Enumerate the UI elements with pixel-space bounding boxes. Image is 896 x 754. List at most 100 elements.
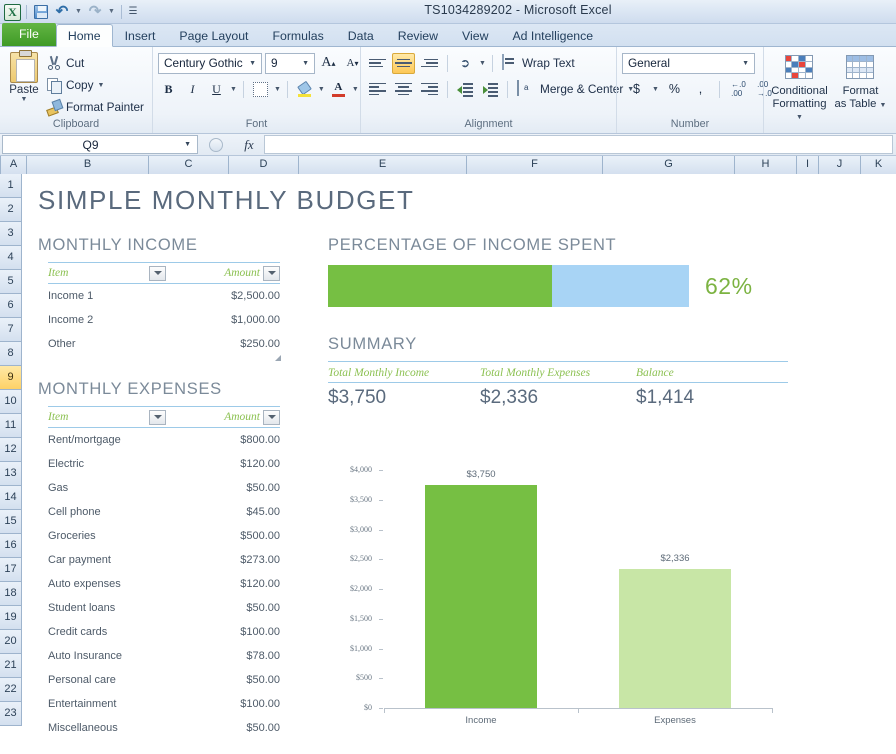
row-header-18[interactable]: 18 [0, 582, 22, 606]
row-header-12[interactable]: 12 [0, 438, 22, 462]
increase-indent-button[interactable] [479, 79, 501, 100]
copy-button[interactable]: Copy ▼ [43, 75, 147, 95]
font-size-combo[interactable]: 9 ▼ [265, 53, 315, 74]
table-row[interactable]: Entertainment$100.00 [48, 692, 280, 716]
column-header-C[interactable]: C [149, 156, 229, 174]
row-header-13[interactable]: 13 [0, 462, 22, 486]
formula-input[interactable] [264, 135, 893, 154]
column-header-K[interactable]: K [861, 156, 896, 174]
row-header-10[interactable]: 10 [0, 390, 22, 414]
insert-function-button[interactable]: fx [234, 137, 264, 153]
align-middle-button[interactable] [392, 53, 415, 74]
align-left-button[interactable] [366, 79, 389, 100]
align-top-button[interactable] [366, 53, 389, 74]
bold-button[interactable]: B [158, 79, 179, 100]
row-header-3[interactable]: 3 [0, 222, 22, 246]
decrease-indent-button[interactable] [454, 79, 476, 100]
tab-ad-intelligence[interactable]: Ad Intelligence [500, 24, 605, 46]
grow-font-button[interactable]: A▴ [318, 53, 339, 74]
tab-formulas[interactable]: Formulas [260, 24, 335, 46]
table-row[interactable]: Cell phone$45.00 [48, 500, 280, 524]
income-amount-filter-button[interactable] [263, 266, 280, 281]
column-header-F[interactable]: F [467, 156, 603, 174]
orientation-button[interactable]: ➲ [454, 53, 476, 74]
borders-dropdown-icon[interactable]: ▼ [274, 86, 281, 93]
table-row[interactable]: Personal care$50.00 [48, 668, 280, 692]
row-header-6[interactable]: 6 [0, 294, 22, 318]
conditional-formatting-dropdown-icon[interactable]: ▼ [796, 114, 803, 121]
table-row[interactable]: Gas$50.00 [48, 476, 280, 500]
format-as-table-button[interactable]: Formatas Table ▼ [830, 52, 891, 112]
percent-style-button[interactable]: % [664, 79, 685, 100]
table-row[interactable]: Miscellaneous$50.00 [48, 716, 280, 734]
comma-style-button[interactable]: , [690, 79, 711, 100]
column-header-G[interactable]: G [603, 156, 735, 174]
select-all-corner[interactable] [0, 156, 1, 174]
conditional-formatting-button[interactable]: ConditionalFormatting ▼ [769, 52, 830, 125]
chart-bar-income[interactable] [425, 485, 538, 708]
row-header-11[interactable]: 11 [0, 414, 22, 438]
cut-button[interactable]: Cut [43, 53, 147, 73]
increase-decimal-button[interactable]: ←.0.00 [728, 79, 749, 100]
expenses-item-filter-button[interactable] [149, 410, 166, 425]
column-header-A[interactable]: A [1, 156, 27, 174]
table-row[interactable]: Rent/mortgage$800.00 [48, 428, 280, 452]
row-header-14[interactable]: 14 [0, 486, 22, 510]
table-row[interactable]: Auto expenses$120.00 [48, 572, 280, 596]
align-right-button[interactable] [418, 79, 441, 100]
row-header-22[interactable]: 22 [0, 678, 22, 702]
align-center-button[interactable] [392, 79, 415, 100]
tab-page-layout[interactable]: Page Layout [167, 24, 260, 46]
fill-color-dropdown-icon[interactable]: ▼ [318, 86, 325, 93]
name-box[interactable]: Q9 ▼ [2, 135, 198, 154]
row-header-20[interactable]: 20 [0, 630, 22, 654]
font-name-combo[interactable]: Century Gothic ▼ [158, 53, 262, 74]
row-header-15[interactable]: 15 [0, 510, 22, 534]
underline-dropdown-icon[interactable]: ▼ [230, 86, 237, 93]
column-header-B[interactable]: B [27, 156, 149, 174]
row-header-8[interactable]: 8 [0, 342, 22, 366]
font-color-dropdown-icon[interactable]: ▼ [352, 86, 359, 93]
chevron-down-icon[interactable]: ▼ [178, 141, 197, 148]
row-header-2[interactable]: 2 [0, 198, 22, 222]
column-header-J[interactable]: J [819, 156, 861, 174]
paste-button[interactable]: Paste ▼ [5, 50, 43, 103]
table-row[interactable]: Groceries$500.00 [48, 524, 280, 548]
chart-bar-expenses[interactable] [619, 569, 732, 708]
row-header-4[interactable]: 4 [0, 246, 22, 270]
wrap-text-button[interactable]: Wrap Text [499, 53, 578, 73]
align-bottom-button[interactable] [418, 53, 441, 74]
row-header-23[interactable]: 23 [0, 702, 22, 726]
orientation-dropdown-icon[interactable]: ▼ [479, 60, 486, 67]
paste-dropdown-icon[interactable]: ▼ [5, 96, 43, 103]
table-row[interactable]: Other$250.00 [48, 332, 280, 356]
currency-dropdown-icon[interactable]: ▼ [652, 86, 659, 93]
currency-button[interactable]: $ [626, 79, 647, 100]
borders-button[interactable] [250, 79, 271, 100]
tab-insert[interactable]: Insert [113, 24, 168, 46]
budget-bar-chart[interactable]: $0$500$1,000$1,500$2,000$2,500$3,000$3,5… [322, 444, 782, 734]
expenses-amount-filter-button[interactable] [263, 410, 280, 425]
column-header-H[interactable]: H [735, 156, 797, 174]
row-header-17[interactable]: 17 [0, 558, 22, 582]
row-header-21[interactable]: 21 [0, 654, 22, 678]
column-header-I[interactable]: I [797, 156, 819, 174]
income-table-resize-handle[interactable] [274, 354, 281, 361]
format-as-table-dropdown-icon[interactable]: ▼ [880, 102, 887, 109]
column-header-D[interactable]: D [229, 156, 299, 174]
format-painter-button[interactable]: Format Painter [43, 97, 147, 117]
tab-file[interactable]: File [2, 23, 56, 46]
table-row[interactable]: Auto Insurance$78.00 [48, 644, 280, 668]
table-row[interactable]: Income 1$2,500.00 [48, 284, 280, 308]
tab-review[interactable]: Review [386, 24, 450, 46]
table-row[interactable]: Car payment$273.00 [48, 548, 280, 572]
row-header-7[interactable]: 7 [0, 318, 22, 342]
formula-bar-buttons[interactable] [198, 135, 234, 154]
income-item-filter-button[interactable] [149, 266, 166, 281]
number-format-combo[interactable]: General ▼ [622, 53, 755, 74]
italic-button[interactable]: I [182, 79, 203, 100]
font-color-button[interactable]: A [328, 79, 349, 100]
tab-view[interactable]: View [450, 24, 500, 46]
table-row[interactable]: Income 2$1,000.00 [48, 308, 280, 332]
underline-button[interactable]: U [206, 79, 227, 100]
